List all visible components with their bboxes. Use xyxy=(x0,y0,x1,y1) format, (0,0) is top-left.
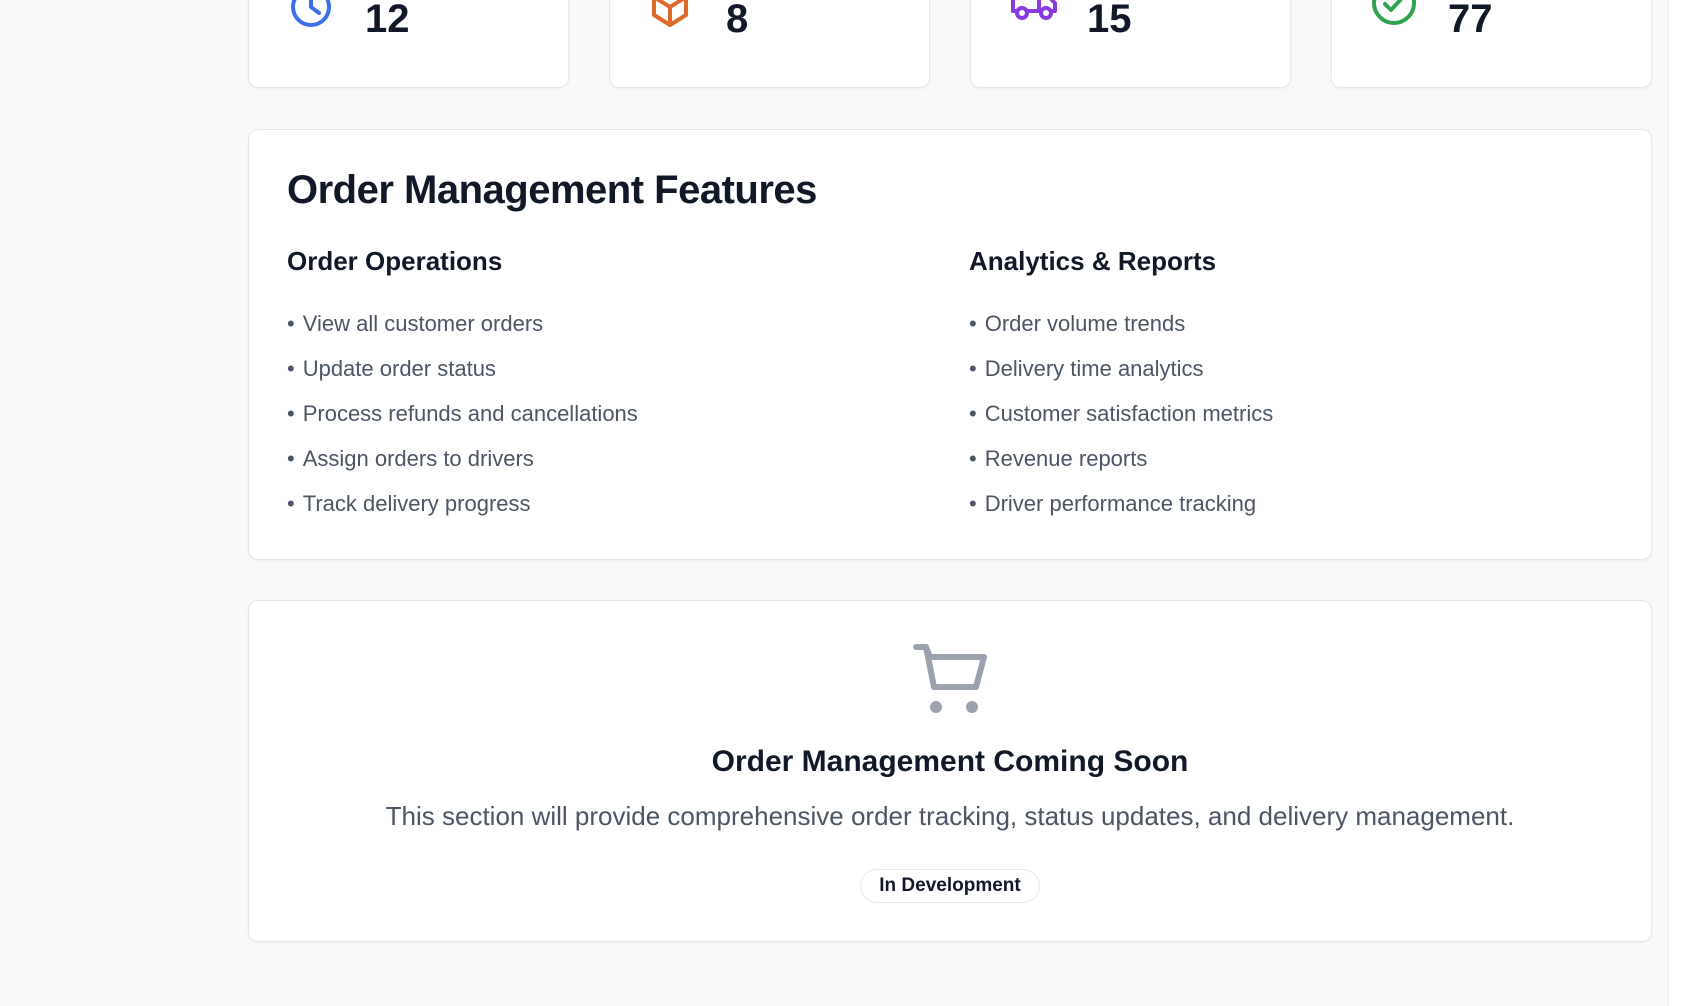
analytics-reports-column: Analytics & Reports Order volume trends … xyxy=(969,246,1273,526)
status-badge: In Development xyxy=(860,869,1040,903)
analytics-reports-list: Order volume trends Delivery time analyt… xyxy=(969,301,1274,526)
package-icon xyxy=(648,0,696,37)
check-circle-icon xyxy=(1370,0,1418,37)
list-item: Update order status xyxy=(287,346,638,391)
truck-icon xyxy=(1009,0,1057,37)
stat-value: 12 xyxy=(365,0,410,41)
list-item: Track delivery progress xyxy=(287,481,638,526)
list-item: Customer satisfaction metrics xyxy=(969,391,1274,436)
order-operations-heading: Order Operations xyxy=(287,246,503,276)
shopping-cart-icon xyxy=(912,641,988,717)
features-card: Order Management Features Order Operatio… xyxy=(248,129,1652,560)
stat-value: 77 xyxy=(1448,0,1493,41)
stat-card-delivered: 77 xyxy=(1331,0,1652,88)
coming-soon-description: This section will provide comprehensive … xyxy=(385,801,1515,831)
stat-value: 8 xyxy=(726,0,749,41)
list-item: Revenue reports xyxy=(969,436,1273,481)
scrollbar-track[interactable] xyxy=(1668,0,1692,1006)
analytics-reports-heading: Analytics & Reports xyxy=(969,246,1217,276)
list-item: Order volume trends xyxy=(969,301,1273,346)
order-operations-list: View all customer orders Update order st… xyxy=(287,301,638,526)
stats-row: 12 8 15 77 xyxy=(248,0,1652,88)
list-item: Assign orders to drivers xyxy=(287,436,638,481)
features-title: Order Management Features xyxy=(287,168,817,212)
list-item: Delivery time analytics xyxy=(969,346,1273,391)
stat-value: 15 xyxy=(1087,0,1132,41)
list-item: View all customer orders xyxy=(287,301,638,346)
coming-soon-card: Order Management Coming Soon This sectio… xyxy=(248,600,1652,942)
stat-card-in-transit: 15 xyxy=(970,0,1291,88)
stat-card-pending: 12 xyxy=(248,0,569,88)
list-item: Process refunds and cancellations xyxy=(287,391,638,436)
clock-icon xyxy=(287,0,335,37)
order-management-page: 12 8 15 77 Order Management Features Ord… xyxy=(0,0,1692,1006)
list-item: Driver performance tracking xyxy=(969,481,1273,526)
stat-card-processing: 8 xyxy=(609,0,930,88)
coming-soon-title: Order Management Coming Soon xyxy=(711,745,1189,778)
order-operations-column: Order Operations View all customer order… xyxy=(287,246,638,526)
